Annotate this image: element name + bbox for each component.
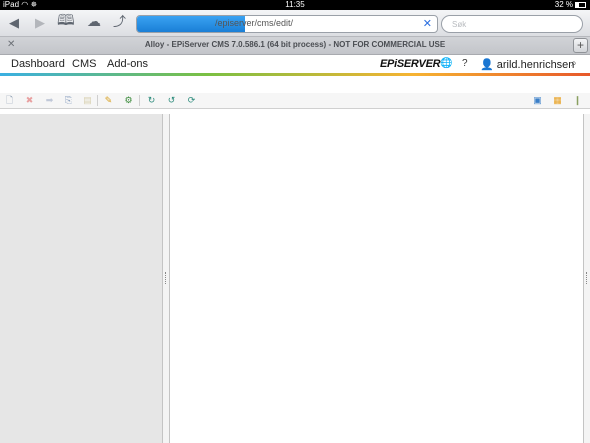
ios-status-bar: iPad ◠ ✵ 11:35 32 % <box>0 0 590 10</box>
settings-icon[interactable]: ✎ <box>103 95 114 106</box>
nav-item-addons[interactable]: Add-ons <box>107 58 148 70</box>
paste-icon[interactable]: ▤ <box>82 95 93 106</box>
clock: 11:35 <box>285 0 305 9</box>
nav-item-dashboard[interactable]: Dashboard <box>11 58 65 70</box>
browser-toolbar: ◀ ▶ 🕮 ☁ ⤴ /episerver/cms/edit/ ✕ Søk <box>0 10 590 37</box>
search-field[interactable]: Søk <box>441 15 583 33</box>
refresh-icon[interactable]: ↻ <box>146 95 157 106</box>
user-icon: 👤 <box>480 59 494 71</box>
page-tree-pane[interactable] <box>0 114 163 443</box>
edit-toolbar: 🗋 ✖ ➡ ⎘ ▤ ✎ ⚙ ↻ ↺ ⟳ ▣ ▦ ❙ <box>0 93 590 109</box>
tab-bar: ✕ Alloy - EPiServer CMS 7.0.586.1 (64 bi… <box>0 37 590 55</box>
splitter-grip[interactable] <box>586 272 588 284</box>
refresh-alt-icon[interactable]: ↺ <box>166 95 177 106</box>
workspace <box>0 114 590 443</box>
splitter-grip[interactable] <box>165 272 167 284</box>
tools-icon[interactable]: ⚙ <box>123 95 134 106</box>
globe-icon[interactable]: 🌐 <box>440 58 452 69</box>
battery-indicator: 32 % <box>555 0 586 10</box>
view-icon[interactable]: ▣ <box>532 95 543 106</box>
user-menu[interactable]: 👤 arild.henrichsen <box>480 58 574 71</box>
delete-icon[interactable]: ✖ <box>24 95 35 106</box>
icloud-icon[interactable]: ☁ <box>87 13 101 29</box>
help-button[interactable]: ? <box>462 58 468 69</box>
sync-icon[interactable]: ⟳ <box>186 95 197 106</box>
new-tab-button[interactable]: + <box>573 38 588 53</box>
address-bar[interactable]: /episerver/cms/edit/ ✕ <box>136 15 438 33</box>
copy-icon[interactable]: ⎘ <box>63 95 74 106</box>
move-icon[interactable]: ➡ <box>44 95 55 106</box>
pane-icon[interactable]: ❙ <box>572 95 583 106</box>
spacer <box>0 76 590 93</box>
bookmarks-icon[interactable]: 🕮 <box>57 13 75 29</box>
url-text: /episerver/cms/edit/ <box>215 18 294 28</box>
search-icon[interactable]: ⌕ <box>571 58 577 69</box>
toolbar-separator <box>97 95 98 106</box>
share-icon[interactable]: ⤴ <box>113 14 126 30</box>
global-nav: Dashboard CMS Add-ons EPiSERVER 🌐 ? 👤 ar… <box>0 55 590 73</box>
main-content-pane[interactable] <box>171 114 583 443</box>
tab-title[interactable]: Alloy - EPiServer CMS 7.0.586.1 (64 bit … <box>0 40 590 49</box>
right-splitter[interactable] <box>583 114 590 443</box>
forward-button[interactable]: ▶ <box>35 15 45 31</box>
battery-icon <box>575 2 586 8</box>
toolbar-separator <box>139 95 140 106</box>
left-splitter[interactable] <box>163 114 170 443</box>
episerver-logo: EPiSERVER <box>380 58 441 70</box>
publish-icon[interactable]: ▦ <box>552 95 563 106</box>
back-button[interactable]: ◀ <box>9 15 19 31</box>
new-page-icon[interactable]: 🗋 <box>4 95 15 106</box>
clear-icon[interactable]: ✕ <box>423 17 432 30</box>
nav-item-cms[interactable]: CMS <box>72 58 96 70</box>
